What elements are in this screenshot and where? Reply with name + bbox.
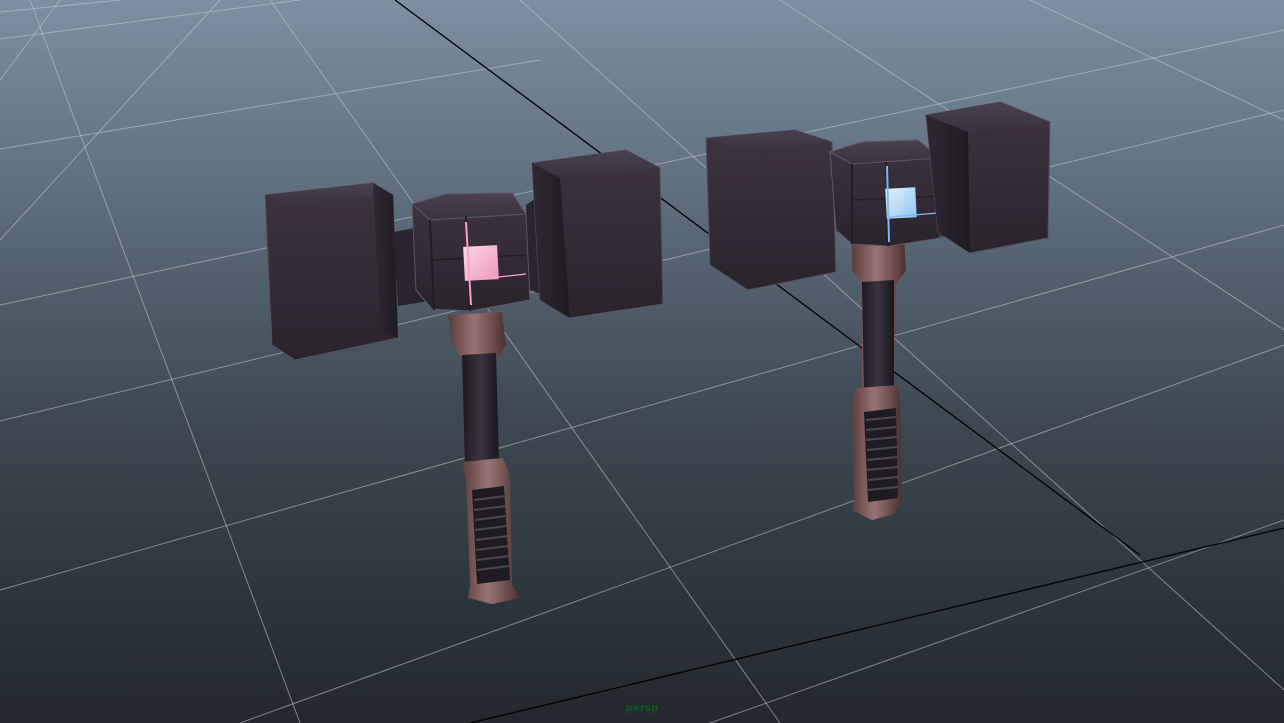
hammer-right[interactable] [705, 101, 1051, 520]
highlight-blue-icon [885, 187, 917, 219]
grid [0, 0, 1284, 723]
world-axis [394, 0, 1284, 723]
perspective-viewport[interactable]: persp [0, 0, 1284, 723]
hammer-left[interactable] [264, 149, 664, 604]
camera-label: persp [625, 703, 659, 714]
viewport-scene[interactable] [0, 0, 1284, 723]
